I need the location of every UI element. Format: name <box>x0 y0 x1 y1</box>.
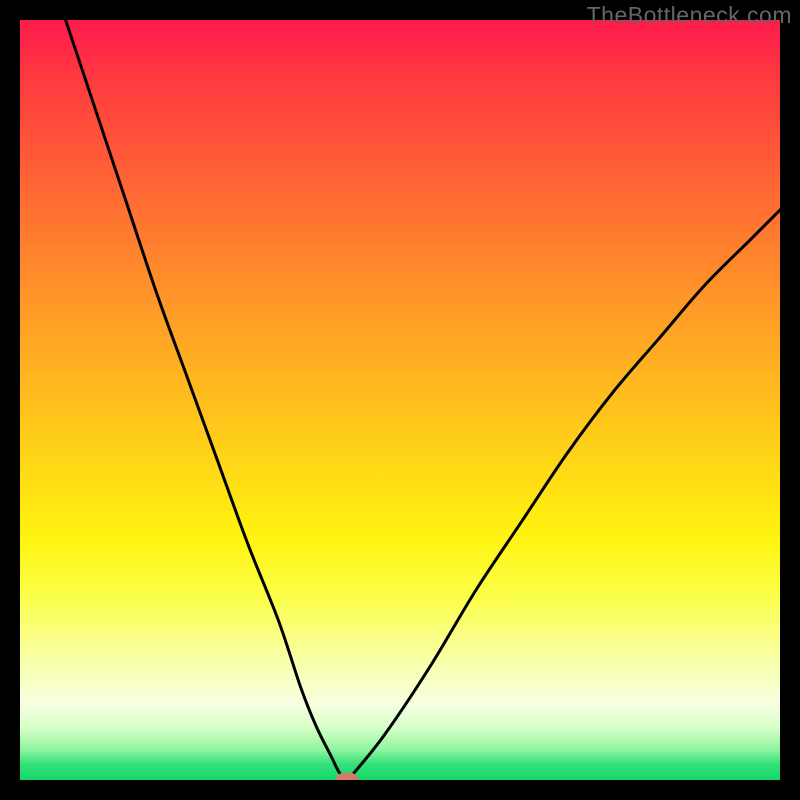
optimal-marker <box>336 773 358 780</box>
chart-frame: TheBottleneck.com <box>0 0 800 800</box>
bottleneck-curve <box>20 20 780 780</box>
plot-area <box>20 20 780 780</box>
watermark-text: TheBottleneck.com <box>587 2 792 29</box>
